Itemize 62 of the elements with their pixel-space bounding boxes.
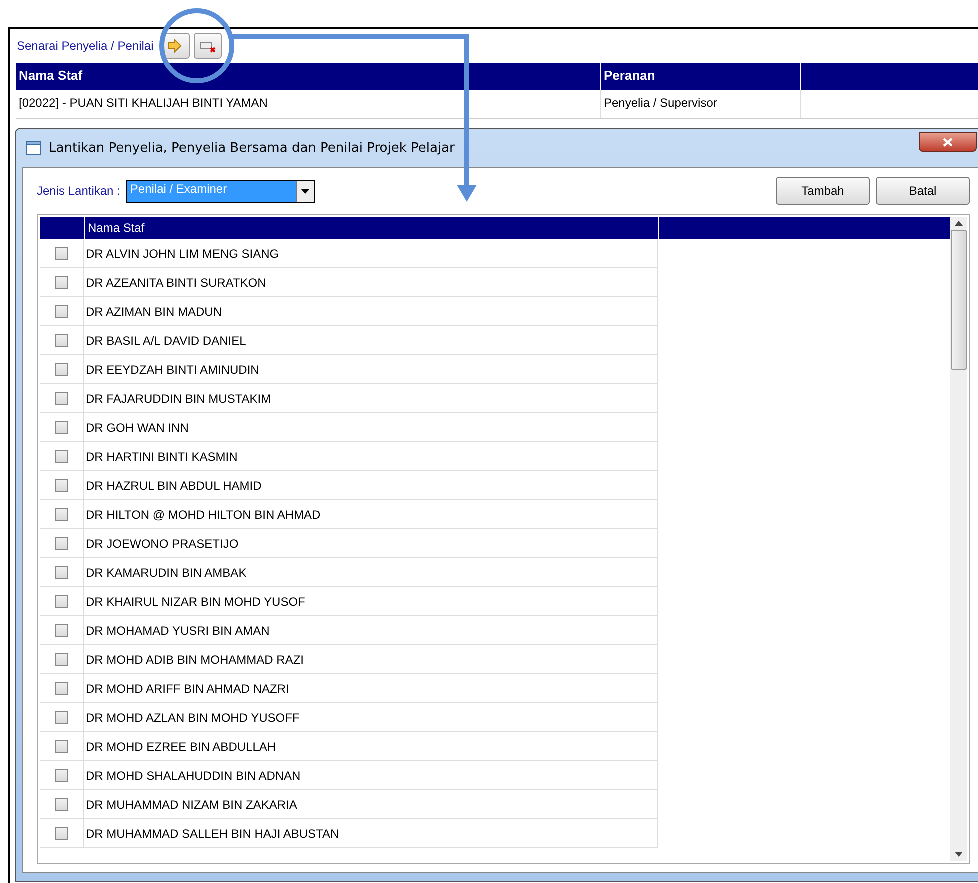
checkbox[interactable]	[55, 276, 68, 288]
table-cell: DR AZIMAN BIN MADUN	[84, 297, 658, 326]
scroll-up-icon	[954, 221, 962, 226]
checkbox[interactable]	[55, 334, 68, 346]
checkbox[interactable]	[55, 478, 68, 492]
section-title: Senarai Penyelia / Penilai	[17, 39, 154, 53]
column-header: Peranan	[601, 63, 801, 90]
close-icon	[943, 138, 953, 146]
checkbox[interactable]	[55, 798, 68, 810]
table-cell: DR HARTINI BINTI KASMIN	[84, 442, 658, 471]
table-cell: DR AZEANITA BINTI SURATKON	[84, 268, 658, 297]
table-cell: Penyelia / Supervisor	[601, 90, 801, 118]
table-cell: DR KAMARUDIN BIN AMBAK	[84, 558, 658, 587]
table-cell: DR MUHAMMAD SALLEH BIN HAJI ABUSTAN	[84, 819, 658, 848]
table-cell: DR MOHD AZLAN BIN MOHD YUSOFF	[84, 703, 658, 732]
table-cell: DR GOH WAN INN	[84, 413, 658, 442]
checkbox[interactable]	[55, 246, 68, 260]
field-label: Jenis Lantikan :	[37, 184, 120, 198]
table-cell: DR MOHD SHALAHUDDIN BIN ADNAN	[84, 761, 658, 790]
action-button[interactable]: Batal	[876, 177, 970, 205]
arrow-icon	[168, 39, 184, 53]
table-cell: DR MOHD ADIB BIN MOHAMMAD RAZI	[84, 645, 658, 674]
checkbox[interactable]	[55, 362, 68, 376]
table-cell: [02022] - PUAN SITI KHALIJAH BINTI YAMAN	[16, 90, 601, 118]
table-cell: DR MUHAMMAD NIZAM BIN ZAKARIA	[84, 790, 658, 819]
table-cell: DR MOHD EZREE BIN ABDULLAH	[84, 732, 658, 761]
table-cell: DR MOHAMAD YUSRI BIN AMAN	[84, 616, 658, 645]
action-button[interactable]: Tambah	[776, 177, 870, 205]
table-cell: DR MOHD ARIFF BIN AHMAD NAZRI	[84, 674, 658, 703]
table-cell: DR HILTON @ MOHD HILTON BIN AHMAD	[84, 500, 658, 529]
checkbox[interactable]	[55, 566, 68, 578]
checkbox[interactable]	[55, 768, 68, 782]
table-cell: DR JOEWONO PRASETIJO	[84, 529, 658, 558]
close-button[interactable]	[919, 132, 977, 152]
remove-button[interactable]	[194, 33, 222, 59]
column-header: Nama Staf	[85, 217, 659, 239]
checkbox[interactable]	[55, 304, 68, 318]
checkbox[interactable]	[55, 508, 68, 520]
dropdown-arrow-icon	[301, 188, 310, 194]
checkbox[interactable]	[55, 450, 68, 462]
checkbox[interactable]	[55, 624, 68, 636]
table-cell: DR HAZRUL BIN ABDUL HAMID	[84, 471, 658, 500]
table-cell: DR ALVIN JOHN LIM MENG SIANG	[84, 239, 658, 268]
scroll-down-icon	[954, 852, 962, 857]
checkbox[interactable]	[55, 536, 68, 550]
column-header: Nama Staf	[16, 63, 601, 90]
checkbox[interactable]	[55, 710, 68, 724]
checkbox[interactable]	[55, 682, 68, 694]
table-cell: DR BASIL A/L DAVID DANIEL	[84, 326, 658, 355]
scrollbar[interactable]	[950, 217, 967, 861]
checkbox[interactable]	[55, 740, 68, 752]
window-icon	[26, 141, 41, 155]
table-cell: DR KHAIRUL NIZAR BIN MOHD YUSOF	[84, 587, 658, 616]
checkbox[interactable]	[55, 594, 68, 608]
checkbox[interactable]	[55, 826, 68, 840]
table-cell: DR EEYDZAH BINTI AMINUDIN	[84, 355, 658, 384]
checkbox[interactable]	[55, 652, 68, 666]
dialog-title: Lantikan Penyelia, Penyelia Bersama dan Penilai Projek Pelajar	[49, 140, 456, 156]
scroll-thumb[interactable]	[950, 230, 966, 370]
checkbox[interactable]	[55, 392, 68, 404]
checkbox[interactable]	[55, 420, 68, 434]
table-cell: DR FAJARUDDIN BIN MUSTAKIM	[84, 384, 658, 413]
